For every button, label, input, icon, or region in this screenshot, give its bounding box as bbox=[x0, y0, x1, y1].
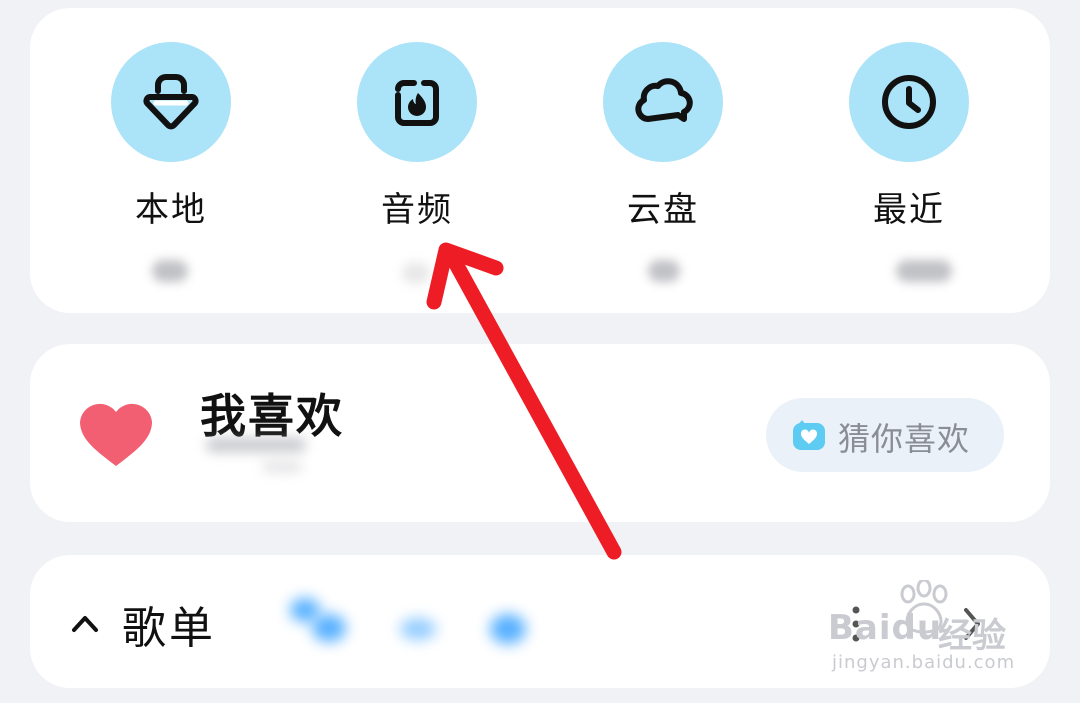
blurred-count-cloud bbox=[648, 260, 680, 282]
guess-you-like-label: 猜你喜欢 bbox=[838, 420, 971, 458]
blurred-count-recent bbox=[896, 260, 952, 282]
quick-label-recent: 最近 bbox=[873, 190, 945, 230]
heart-box-icon bbox=[793, 420, 825, 450]
clock-icon bbox=[882, 75, 936, 129]
watermark-brand: Baidu bbox=[828, 608, 943, 648]
quick-item-cloud[interactable]: 云盘 bbox=[573, 42, 753, 231]
lock-bag-icon bbox=[143, 74, 199, 130]
blurred-count-local bbox=[152, 260, 188, 282]
blurred-tab-2 bbox=[312, 614, 346, 642]
blurred-tab-3 bbox=[400, 618, 436, 640]
watermark-url: jingyan.baidu.com bbox=[832, 652, 1016, 673]
cloud-icon-circle bbox=[603, 42, 723, 162]
watermark-brand-cn: 经验 bbox=[938, 616, 1006, 656]
blurred-tab-4 bbox=[490, 614, 526, 644]
blurred-count-audio bbox=[402, 262, 430, 284]
playlist-title[interactable]: 歌单 bbox=[122, 592, 216, 656]
baidu-jingyan-watermark: Baidu 经验 jingyan.baidu.com bbox=[828, 580, 1028, 680]
local-icon-circle bbox=[111, 42, 231, 162]
blurred-subtitle-extra bbox=[262, 462, 302, 472]
quick-label-local: 本地 bbox=[135, 190, 207, 230]
quick-label-cloud: 云盘 bbox=[627, 190, 699, 230]
guess-you-like-button[interactable]: 猜你喜欢 bbox=[766, 398, 1004, 472]
quick-label-audio: 音频 bbox=[381, 190, 453, 230]
favorites-title: 我喜欢 bbox=[200, 389, 344, 443]
flame-box-icon bbox=[395, 80, 439, 126]
heart-icon bbox=[80, 403, 152, 466]
recent-icon-circle bbox=[849, 42, 969, 162]
audio-icon-circle bbox=[357, 42, 477, 162]
quick-item-local[interactable]: 本地 bbox=[81, 42, 261, 231]
chevron-up-icon[interactable] bbox=[70, 612, 100, 634]
quick-item-audio[interactable]: 音频 bbox=[327, 42, 507, 231]
cloud-icon bbox=[635, 78, 693, 122]
quick-item-recent[interactable]: 最近 bbox=[819, 42, 999, 231]
blurred-subtitle bbox=[206, 438, 306, 452]
